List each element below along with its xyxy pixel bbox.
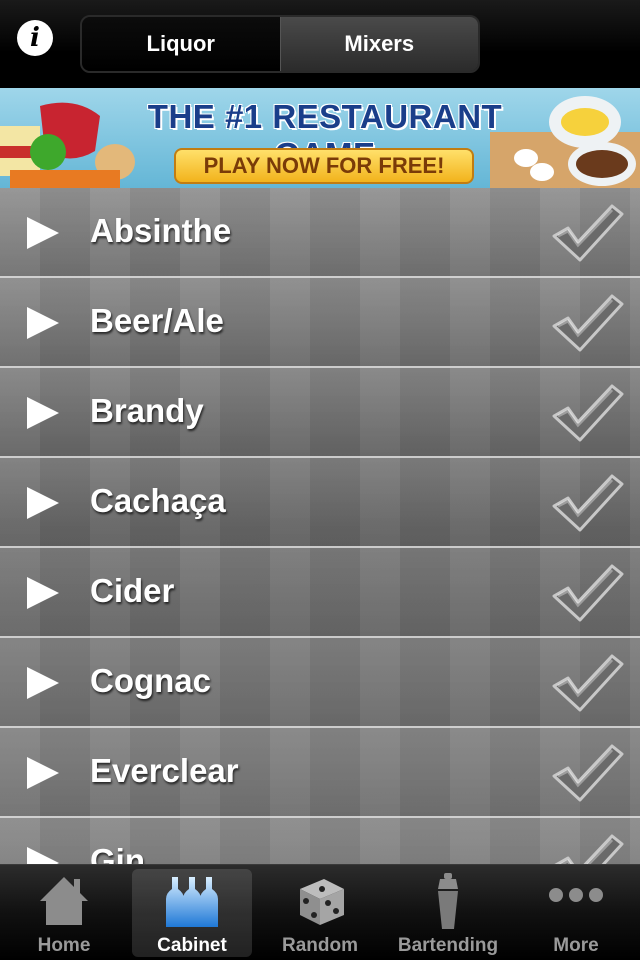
list-item[interactable]: Cachaça [0, 458, 640, 548]
dice-icon [290, 871, 350, 931]
segment-liquor[interactable]: Liquor [82, 17, 280, 71]
list-item-label: Cider [90, 572, 175, 609]
top-bar: i Liquor Mixers [0, 0, 640, 88]
tab-cabinet[interactable]: Cabinet [128, 865, 256, 960]
food-illustration-left [0, 102, 135, 188]
tab-label: More [553, 935, 599, 956]
tab-bar: Home Cabinet Random Bartending More [0, 864, 640, 960]
segment-mixers[interactable]: Mixers [279, 17, 478, 71]
play-arrow-icon[interactable] [27, 667, 59, 699]
shaker-icon [418, 871, 478, 931]
list-item[interactable]: Gin [0, 818, 640, 864]
list-item[interactable]: Cognac [0, 638, 640, 728]
checkmark-icon[interactable] [548, 562, 624, 626]
list-item[interactable]: Beer/Ale [0, 278, 640, 368]
list-item-label: Beer/Ale [90, 302, 224, 339]
bottles-icon [162, 871, 222, 931]
tab-label: Bartending [397, 935, 499, 956]
list-item-label: Brandy [90, 392, 204, 429]
tab-label: Home [37, 935, 91, 956]
list-item-label: Gin [90, 842, 145, 864]
checkmark-icon[interactable] [548, 382, 624, 446]
list-item[interactable]: Cider [0, 548, 640, 638]
checkmark-icon[interactable] [548, 202, 624, 266]
ad-play-button[interactable]: PLAY NOW FOR FREE! [174, 148, 474, 184]
info-icon[interactable]: i [17, 20, 53, 56]
checkmark-icon[interactable] [548, 652, 624, 716]
list-item[interactable]: Absinthe [0, 188, 640, 278]
checkmark-icon[interactable] [548, 472, 624, 536]
checkmark-icon[interactable] [548, 292, 624, 356]
home-icon [34, 871, 94, 931]
list-item-label: Cachaça [90, 482, 226, 519]
play-arrow-icon[interactable] [27, 397, 59, 429]
tab-random[interactable]: Random [256, 865, 384, 960]
tab-more[interactable]: More [512, 865, 640, 960]
tab-home[interactable]: Home [0, 865, 128, 960]
list-item[interactable]: Brandy [0, 368, 640, 458]
tab-label: Random [282, 935, 358, 956]
play-arrow-icon[interactable] [27, 757, 59, 789]
ad-banner[interactable]: THE #1 RESTAURANT GAME PLAY NOW FOR FREE… [0, 88, 640, 188]
liquor-list: Absinthe Beer/Ale Brandy Cachaça Cider Cognac… [0, 188, 640, 864]
checkmark-icon[interactable] [548, 832, 624, 864]
play-arrow-icon[interactable] [27, 307, 59, 339]
play-arrow-icon[interactable] [27, 847, 59, 864]
list-item[interactable]: Everclear [0, 728, 640, 818]
list-item-label: Everclear [90, 752, 239, 789]
tab-label: Cabinet [157, 935, 227, 956]
play-arrow-icon[interactable] [27, 577, 59, 609]
list-item-label: Absinthe [90, 212, 232, 249]
play-arrow-icon[interactable] [27, 217, 59, 249]
play-arrow-icon[interactable] [27, 487, 59, 519]
more-dots-icon [546, 871, 606, 931]
tab-bartending[interactable]: Bartending [384, 865, 512, 960]
list-item-label: Cognac [90, 662, 212, 699]
food-illustration-right [490, 96, 640, 188]
liquor-mixers-segmented-control: Liquor Mixers [80, 15, 480, 73]
checkmark-icon[interactable] [548, 742, 624, 806]
